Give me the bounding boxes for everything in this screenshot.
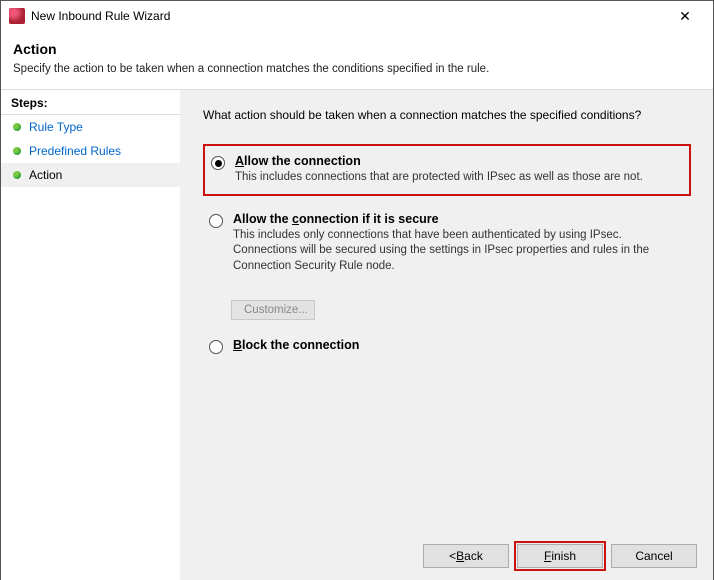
option-allow-connection[interactable]: Allow the connection This includes conne…: [203, 144, 691, 196]
option-title: Allow the connection if it is secure: [233, 212, 685, 226]
wizard-header: Action Specify the action to be taken wh…: [1, 31, 713, 90]
option-desc: This includes connections that are prote…: [235, 170, 665, 186]
step-label: Predefined Rules: [29, 144, 121, 158]
option-title: Allow the connection: [235, 154, 683, 168]
step-label: Rule Type: [29, 120, 83, 134]
customize-button: Customize...: [231, 300, 315, 320]
titlebar: New Inbound Rule Wizard ✕: [1, 1, 713, 31]
steps-sidebar: Steps: Rule Type Predefined Rules Action: [1, 90, 181, 580]
radio-block[interactable]: [209, 340, 223, 354]
radio-allow[interactable]: [211, 156, 225, 170]
window-title: New Inbound Rule Wizard: [31, 9, 665, 23]
step-bullet-icon: [13, 123, 21, 131]
action-prompt: What action should be taken when a conne…: [203, 108, 691, 122]
step-label: Action: [29, 168, 62, 182]
wizard-content: What action should be taken when a conne…: [181, 90, 713, 580]
page-title: Action: [13, 41, 701, 57]
option-allow-if-secure[interactable]: Allow the connection if it is secure Thi…: [203, 208, 691, 281]
back-button[interactable]: < Back: [423, 544, 509, 568]
option-title: Block the connection: [233, 338, 685, 352]
wizard-footer: < Back Finish Cancel: [423, 544, 697, 568]
option-desc: This includes only connections that have…: [233, 228, 663, 275]
step-bullet-icon: [13, 147, 21, 155]
option-block-connection[interactable]: Block the connection: [203, 334, 691, 360]
page-subtitle: Specify the action to be taken when a co…: [13, 63, 701, 75]
steps-heading: Steps:: [1, 90, 180, 115]
close-button[interactable]: ✕: [665, 2, 705, 30]
cancel-button[interactable]: Cancel: [611, 544, 697, 568]
firewall-icon: [9, 8, 25, 24]
step-rule-type[interactable]: Rule Type: [1, 115, 180, 139]
step-action[interactable]: Action: [1, 163, 180, 187]
finish-button[interactable]: Finish: [517, 544, 603, 568]
step-predefined-rules[interactable]: Predefined Rules: [1, 139, 180, 163]
radio-allow-secure[interactable]: [209, 214, 223, 228]
step-bullet-icon: [13, 171, 21, 179]
